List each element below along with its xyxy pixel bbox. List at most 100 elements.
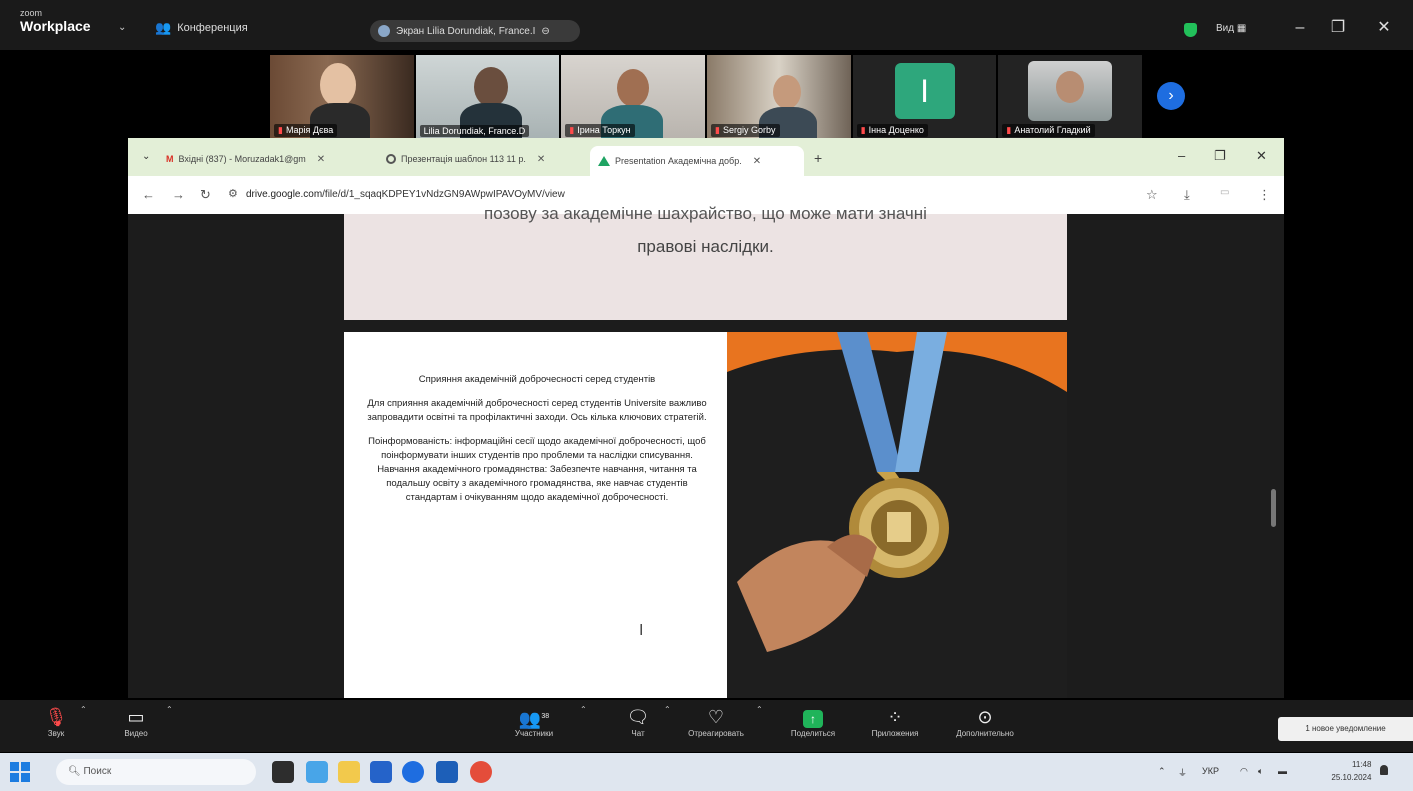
- participant-tile-active[interactable]: Lilia Dorundiak, France.D: [415, 55, 560, 141]
- participant-tile[interactable]: ▮ Марія Дєва: [270, 55, 414, 141]
- next-participants-button[interactable]: ›: [1157, 82, 1185, 110]
- close-tab-icon[interactable]: ✕: [317, 154, 325, 165]
- mic-muted-icon: ▮: [860, 125, 866, 135]
- taskbar-search[interactable]: 🔍︎ Поиск: [56, 759, 256, 785]
- tab-title: Презентація шаблон 113 11 р.: [401, 154, 526, 164]
- react-button[interactable]: ♡ Отреагировать: [680, 705, 752, 738]
- audio-options-caret[interactable]: ⌃: [80, 705, 87, 714]
- viewer-scrollbar[interactable]: [1271, 489, 1276, 527]
- participant-tile[interactable]: I ▮ Інна Доценко: [852, 55, 997, 141]
- slide-previous: позову за академічне шахрайство, що може…: [344, 204, 1067, 320]
- close-tab-icon[interactable]: ✕: [753, 156, 761, 167]
- site-info-icon[interactable]: ⚙: [228, 187, 238, 200]
- view-menu-label: Вид: [1216, 23, 1235, 34]
- back-icon[interactable]: ←: [142, 187, 155, 202]
- reload-icon[interactable]: ↻: [200, 187, 211, 203]
- slide-heading: Сприяння академічній доброчесності серед…: [418, 374, 656, 385]
- participants-label: Участники: [514, 729, 554, 738]
- video-button[interactable]: ▭ Видео: [118, 705, 154, 738]
- new-tab-button[interactable]: +: [814, 150, 822, 166]
- tab-search-icon[interactable]: ⌄: [142, 151, 150, 162]
- audio-button[interactable]: 🎙 Звук: [38, 705, 74, 738]
- zoom-app-icon[interactable]: [402, 761, 424, 783]
- tab-gmail[interactable]: M Вхідні (837) - Moruzadak1@gm ✕: [158, 148, 373, 170]
- participant-tile[interactable]: ▮ Анатолий Гладкий: [998, 55, 1143, 141]
- widgets-icon[interactable]: [306, 761, 328, 783]
- url-host: drive.google.com: [246, 189, 323, 200]
- usb-icon[interactable]: ⏚: [1178, 766, 1187, 779]
- url-path: /file/d/1_sqaqKDPEY1vNdzGN9AWpwIPAVOyMV/…: [322, 189, 565, 200]
- share-button[interactable]: ↑ Поделиться: [778, 705, 848, 738]
- clock-date: 25.10.2024: [1331, 773, 1372, 782]
- taskbar-clock[interactable]: 11:48 25.10.2024: [1331, 758, 1371, 784]
- close-tab-icon[interactable]: ✕: [537, 154, 545, 165]
- conference-menu[interactable]: 👥 Конференция: [155, 20, 248, 36]
- video-strip: ▮ Марія Дєва Lilia Dorundiak, France.D ▮ І…: [270, 55, 1143, 141]
- chat-options-caret[interactable]: ⌃: [664, 705, 671, 714]
- apps-button[interactable]: ⁘ Приложения: [860, 705, 930, 738]
- tab-template[interactable]: Презентація шаблон 113 11 р. ✕: [378, 148, 583, 170]
- shield-icon[interactable]: [1184, 23, 1197, 37]
- video-label: Видео: [124, 729, 148, 738]
- word-icon[interactable]: [436, 761, 458, 783]
- slide-paragraph: Навчання академічного громадянства: Забе…: [377, 464, 697, 503]
- more-button[interactable]: ⊙ Дополнительно: [940, 705, 1030, 738]
- chrome-icon[interactable]: [470, 761, 492, 783]
- close-button[interactable]: ✕: [1370, 17, 1398, 39]
- view-menu[interactable]: Вид ▦: [1216, 23, 1246, 34]
- apps-icon: ⁘: [887, 707, 903, 727]
- mic-muted-icon: ▮: [278, 125, 283, 135]
- audio-label: Звук: [47, 729, 65, 738]
- participant-tile[interactable]: ▮ Ірина Торкун: [561, 55, 706, 141]
- participants-count: 38: [541, 713, 550, 720]
- google-drive-icon: [598, 156, 610, 166]
- browser-minimize-button[interactable]: –: [1178, 148, 1185, 163]
- participants-options-caret[interactable]: ⌃: [580, 705, 587, 714]
- profile-icon[interactable]: ▭: [1220, 187, 1229, 198]
- mic-muted-icon: 🎙: [44, 707, 68, 727]
- participant-avatar: [1028, 61, 1113, 121]
- tab-title: Presentation Академічна добр.: [615, 156, 742, 166]
- windows-taskbar: 🔍︎ Поиск ⌃ ⏚ УКР ◠ 🔈︎ ▬ 11:48 25.10.2024: [0, 753, 1413, 791]
- bookmark-star-icon[interactable]: ☆: [1146, 187, 1158, 203]
- browser-menu-icon[interactable]: ⋮: [1258, 187, 1271, 203]
- chevron-down-icon[interactable]: ⌄: [118, 22, 126, 33]
- participants-button[interactable]: 👥38 Участники: [505, 705, 563, 738]
- wifi-icon[interactable]: ◠: [1240, 766, 1248, 777]
- participant-tile[interactable]: ▮ Sergiy Gorby: [707, 55, 851, 141]
- battery-icon[interactable]: ▬: [1278, 766, 1287, 776]
- store-icon[interactable]: [370, 761, 392, 783]
- zoom-controls: 🎙 Звук ⌃ ▭ Видео ⌃ 👥38 Участники ⌃ 🗨 Чат…: [0, 700, 1413, 752]
- forward-icon[interactable]: →: [172, 187, 185, 202]
- screen-share-status[interactable]: Экран Lilia Dorundiak, France.I ⊖: [370, 20, 580, 42]
- notification-bell-icon[interactable]: [1380, 765, 1388, 775]
- share-status-label: Экран Lilia Dorundiak, France.I: [396, 25, 536, 37]
- tray-expand-icon[interactable]: ⌃: [1158, 766, 1166, 777]
- chat-button[interactable]: 🗨 Чат: [620, 705, 656, 738]
- minimize-button[interactable]: –: [1286, 17, 1314, 39]
- screen: zoom Workplace ⌄ 👥 Конференция Экран Lil…: [0, 0, 1413, 791]
- conference-menu-label: Конференция: [177, 22, 248, 34]
- browser-restore-button[interactable]: ❐: [1214, 148, 1226, 164]
- task-view-icon[interactable]: [272, 761, 294, 783]
- search-placeholder: Поиск: [83, 766, 112, 777]
- restore-button[interactable]: ❐: [1324, 17, 1352, 39]
- file-explorer-icon[interactable]: [338, 761, 360, 783]
- volume-icon[interactable]: 🔈︎: [1258, 766, 1263, 777]
- slide-text-block: Сприяння академічній доброчесності серед…: [362, 373, 712, 515]
- react-options-caret[interactable]: ⌃: [756, 705, 763, 714]
- video-options-caret[interactable]: ⌃: [166, 705, 173, 714]
- participant-name: ▮ Sergiy Gorby: [711, 124, 780, 137]
- language-indicator[interactable]: УКР: [1202, 766, 1219, 776]
- zoom-titlebar: zoom Workplace ⌄ 👥 Конференция Экран Lil…: [0, 0, 1413, 50]
- download-icon[interactable]: ⤓: [1184, 187, 1190, 203]
- windows-start-icon[interactable]: [10, 762, 30, 782]
- notification-toast[interactable]: 1 новое уведомление: [1278, 717, 1413, 741]
- mic-muted-icon: ▮: [569, 125, 575, 135]
- tab-title: Вхідні (837) - Moruzadak1@gm: [178, 154, 306, 164]
- slide-text: правові наслідки.: [637, 237, 774, 256]
- options-icon[interactable]: ⊖: [541, 26, 549, 37]
- tab-presentation[interactable]: Presentation Академічна добр. ✕: [590, 146, 804, 176]
- chat-label: Чат: [631, 729, 645, 738]
- browser-close-button[interactable]: ✕: [1256, 148, 1267, 164]
